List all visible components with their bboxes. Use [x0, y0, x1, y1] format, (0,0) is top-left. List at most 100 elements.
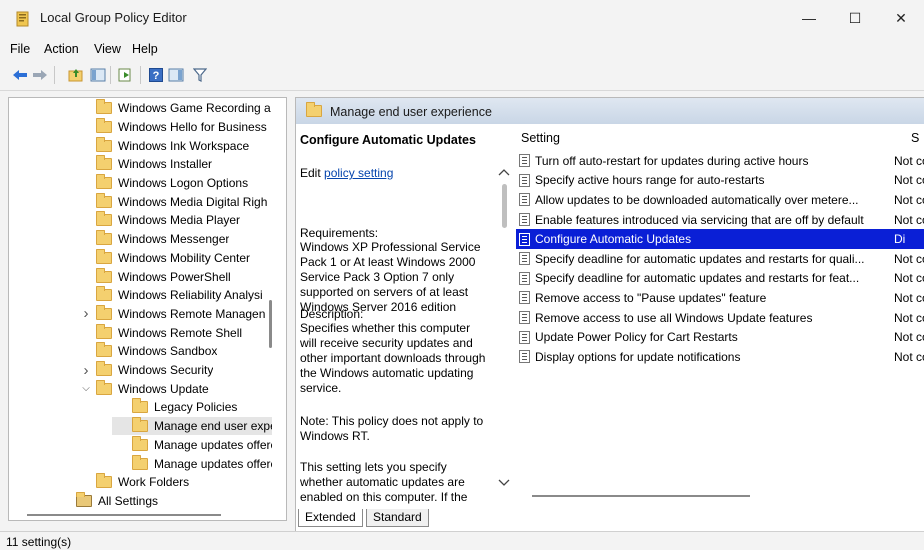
forward-arrow-icon[interactable]	[30, 65, 50, 85]
policy-setting-icon	[519, 291, 530, 305]
edit-policy-link[interactable]: policy setting	[324, 166, 393, 180]
tree-item[interactable]: Windows Messenger	[9, 230, 272, 249]
folder-icon	[132, 417, 148, 433]
menu-help[interactable]: Help	[132, 42, 158, 56]
setting-name: Allow updates to be downloaded automatic…	[535, 192, 859, 207]
tree-item[interactable]: Manage end user experi	[112, 416, 272, 436]
description-scroll-thumb[interactable]	[502, 184, 507, 228]
column-header-setting[interactable]: Setting	[521, 131, 560, 145]
details-header-title: Manage end user experience	[330, 105, 492, 119]
tree-item[interactable]: Windows Media Player	[9, 211, 272, 230]
tree-item[interactable]: Windows Ink Workspace	[9, 136, 272, 155]
minimize-button[interactable]: —	[786, 0, 832, 36]
tree-item[interactable]: Windows PowerShell	[9, 267, 272, 286]
tree-item[interactable]: › Windows Security	[9, 361, 272, 380]
setting-state: Not co	[894, 330, 924, 345]
tree-item[interactable]: All Settings	[9, 491, 272, 511]
tree-item[interactable]: Windows Sandbox	[9, 342, 272, 361]
setting-row[interactable]: Enable features introduced via servicing…	[516, 210, 924, 230]
setting-name: Enable features introduced via servicing…	[535, 212, 864, 227]
tree-item[interactable]: Windows Installer	[9, 155, 272, 174]
chevron-down-icon[interactable]: ⌵	[80, 383, 92, 394]
setting-row[interactable]: Display options for update notifications…	[516, 347, 924, 367]
requirements-label: Requirements:	[300, 226, 379, 240]
setting-row[interactable]: Specify active hours range for auto-rest…	[516, 171, 924, 191]
tree-item[interactable]: Windows Hello for Business	[9, 117, 272, 137]
tree-item[interactable]: Legacy Policies	[112, 398, 272, 417]
setting-row[interactable]: Specify deadline for automatic updates a…	[516, 269, 924, 289]
tree-item[interactable]: Manage updates offerec	[112, 454, 272, 473]
tree-item[interactable]: ⌵ Windows Update	[9, 379, 272, 399]
close-button[interactable]: ✕	[878, 0, 924, 36]
policy-setting-icon	[519, 311, 530, 325]
tree-item-label: Windows Logon Options	[118, 176, 249, 191]
folder-icon	[96, 192, 112, 208]
show-hide-tree-icon[interactable]	[88, 65, 108, 85]
tree-item[interactable]: Manage updates offerec	[112, 435, 272, 455]
tab-extended[interactable]: Extended	[298, 509, 363, 527]
tree-item[interactable]: Windows Logon Options	[9, 174, 272, 193]
setting-row[interactable]: Update Power Policy for Cart Restarts Not…	[516, 327, 924, 347]
policy-setting-icon	[519, 330, 530, 344]
tree-item-label: All Settings	[98, 493, 159, 508]
help-icon[interactable]: ?	[146, 65, 166, 85]
folder-icon	[96, 267, 112, 283]
menu-file[interactable]: File	[10, 42, 30, 56]
tree-horizontal-scrollbar[interactable]	[27, 514, 221, 516]
filter-icon[interactable]	[190, 65, 210, 85]
setting-row[interactable]: Allow updates to be downloaded automatic…	[516, 190, 924, 210]
setting-state: Not co	[894, 212, 924, 227]
requirements-text: Windows XP Professional Service Pack 1 o…	[300, 240, 481, 314]
toolbar-separator	[54, 66, 55, 84]
close-icon: ✕	[895, 9, 907, 26]
maximize-button[interactable]: ☐	[832, 0, 878, 36]
status-bar	[0, 531, 924, 550]
policy-setting-icon	[519, 154, 530, 168]
folder-icon	[132, 435, 148, 451]
menu-action[interactable]: Action	[44, 42, 79, 56]
setting-row[interactable]: Configure Automatic Updates Di	[516, 229, 924, 249]
chevron-right-icon[interactable]: ›	[80, 362, 92, 379]
folder-icon	[96, 155, 112, 171]
tree-item[interactable]: Work Folders	[9, 473, 272, 492]
policy-setting-icon	[519, 213, 530, 227]
folder-icon	[96, 99, 112, 115]
tree-item[interactable]: Windows Mobility Center	[9, 248, 272, 268]
folder-icon	[132, 454, 148, 470]
setting-name: Turn off auto-restart for updates during…	[535, 153, 809, 168]
setting-name: Configure Automatic Updates	[535, 232, 692, 247]
chevron-right-icon[interactable]: ›	[80, 305, 92, 322]
settings-horizontal-scrollbar[interactable]	[532, 495, 750, 497]
tree-item[interactable]: Windows Game Recording a	[9, 99, 272, 118]
gpedit-app-icon	[16, 11, 30, 27]
tree-item-label: Windows Security	[118, 363, 214, 378]
tab-standard[interactable]: Standard	[366, 509, 429, 527]
tree-item[interactable]: Windows Media Digital Righ	[9, 192, 272, 212]
tree-item[interactable]: › Windows Remote Managen	[9, 304, 272, 324]
export-list-icon[interactable]	[116, 65, 136, 85]
folder-icon	[96, 117, 112, 133]
folder-icon	[96, 174, 112, 190]
folder-icon	[132, 398, 148, 414]
setting-state: Not co	[894, 173, 924, 188]
setting-state: Not co	[894, 290, 924, 305]
folder-icon	[96, 286, 112, 302]
folder-icon	[306, 102, 328, 120]
setting-row[interactable]: Turn off auto-restart for updates during…	[516, 151, 924, 171]
menu-view[interactable]: View	[94, 42, 121, 56]
tree-item[interactable]: Windows Reliability Analysi	[9, 286, 272, 305]
tree-item-label: Windows Remote Shell	[118, 325, 243, 340]
column-header-state[interactable]: S	[911, 131, 919, 145]
description-label: Description:	[300, 307, 364, 321]
setting-row[interactable]: Specify deadline for automatic updates a…	[516, 249, 924, 269]
setting-state: Not co	[894, 310, 924, 325]
setting-row[interactable]: Remove access to "Pause updates" feature…	[516, 288, 924, 308]
up-folder-icon[interactable]	[66, 65, 86, 85]
setting-name: Specify active hours range for auto-rest…	[535, 173, 765, 188]
tree-vertical-scrollbar[interactable]	[269, 300, 272, 348]
tree-item[interactable]: Windows Remote Shell	[9, 323, 272, 342]
setting-row[interactable]: Remove access to use all Windows Update …	[516, 308, 924, 328]
tree-item-label: Windows Mobility Center	[118, 250, 251, 265]
show-hide-action-pane-icon[interactable]	[166, 65, 186, 85]
back-arrow-icon[interactable]	[10, 65, 30, 85]
